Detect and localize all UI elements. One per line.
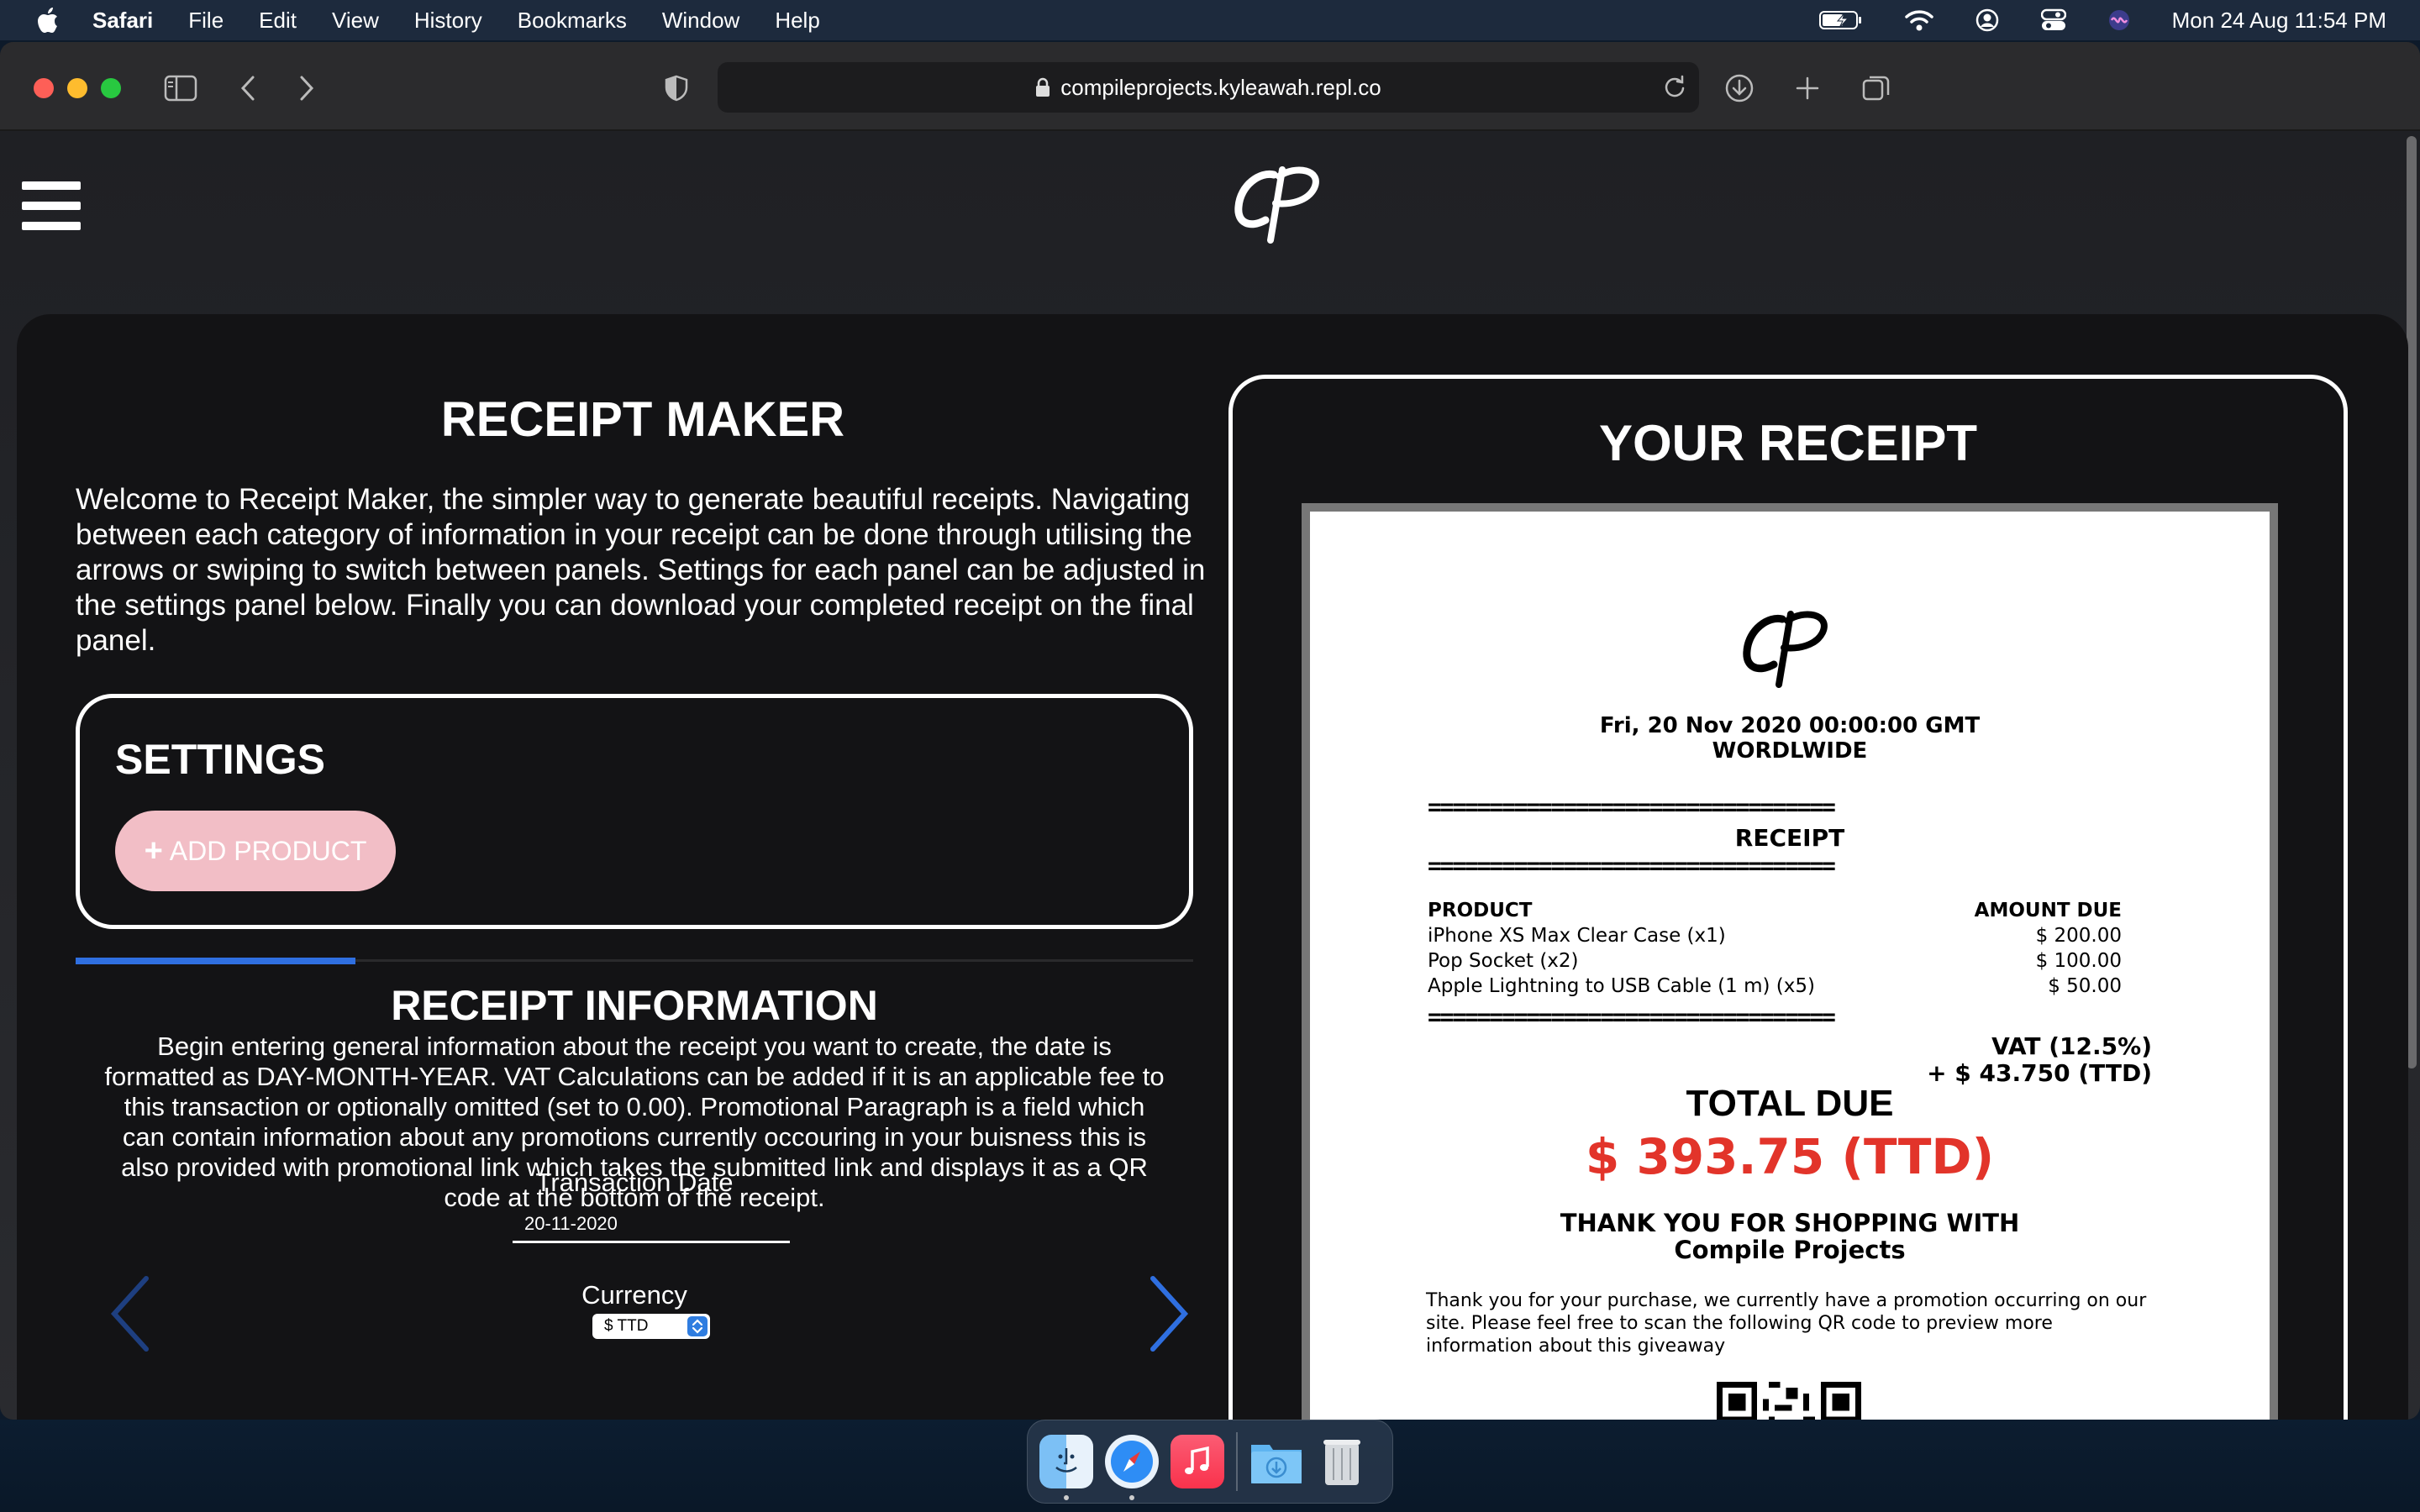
receipt-items-table: PRODUCT AMOUNT DUE iPhone XS Max Clear C… [1428,898,2122,999]
table-header-row: PRODUCT AMOUNT DUE [1428,898,2122,923]
cp-logo-icon[interactable] [1230,160,1331,244]
promo-qr-code [1717,1382,1861,1420]
panel-progress-fill [76,958,355,964]
menu-clock[interactable]: Mon 24 Aug 11:54 PM [2172,8,2386,34]
downloads-icon[interactable] [1718,67,1760,109]
dock-separator [1236,1432,1238,1491]
address-bar[interactable]: compileprojects.kyleawah.repl.co [718,62,1699,113]
tab-overview-icon[interactable] [1855,67,1897,109]
amount-column-header: AMOUNT DUE [1974,900,2122,921]
receipt-heading: RECEIPT [1734,824,1845,852]
transaction-date-label: Transaction Date [535,1168,734,1197]
lock-icon [1035,77,1050,97]
product-column-header: PRODUCT [1428,900,1533,921]
item-amount: $ 100.00 [2035,950,2122,972]
settings-title: SETTINGS [115,736,326,783]
menu-edit[interactable]: Edit [259,8,297,34]
receipt-logo-icon [1743,611,1828,688]
new-tab-icon[interactable] [1786,67,1828,109]
item-name: iPhone XS Max Clear Case (x1) [1428,925,1726,947]
intro-text: Welcome to Receipt Maker, the simpler wa… [76,483,1206,657]
menu-view[interactable]: View [332,8,379,34]
currency-label: Currency [581,1280,687,1310]
reload-icon[interactable] [1662,74,1687,105]
item-name: Apple Lightning to USB Cable (1 m) (x5) [1428,975,1815,997]
browser-window: compileprojects.kyleawah.repl.co RECEIPT… [0,42,2420,1420]
control-center-icon[interactable] [2040,8,2066,32]
page-title: RECEIPT MAKER [440,392,845,447]
trash-icon[interactable] [1315,1435,1369,1488]
section-title: RECEIPT INFORMATION [391,982,878,1029]
total-due-amount: $ 393.75 (TTD) [1585,1128,1995,1185]
next-panel-arrow-icon[interactable] [1143,1272,1193,1356]
store-name: Compile Projects [1674,1236,1906,1264]
receipt-paper: Fri, 20 Nov 2020 00:00:00 GMT WORDLWIDE … [1310,512,2270,1420]
transaction-date-input[interactable]: 20-11-2020 [513,1205,790,1243]
menu-bookmarks[interactable]: Bookmarks [518,8,627,34]
url-text: compileprojects.kyleawah.repl.co [1060,74,1381,100]
downloads-folder-icon[interactable] [1249,1435,1303,1488]
thank-you-line: THANK YOU FOR SHOPPING WITH [1560,1209,2020,1237]
receipt-divider: ================================= [1428,795,1836,819]
minimize-window-button[interactable] [67,78,87,98]
main-panel: RECEIPT MAKER Welcome to Receipt Maker, … [17,314,2408,1420]
receipt-preview-panel: YOUR RECEIPT Fri, 20 Nov 2020 00:00:00 G… [1228,375,2348,1420]
web-page: RECEIPT MAKER Welcome to Receipt Maker, … [0,131,2420,1420]
item-name: Pop Socket (x2) [1428,950,1579,972]
receipt-paper-frame: Fri, 20 Nov 2020 00:00:00 GMT WORDLWIDE … [1302,503,2278,1420]
vat-label: VAT (12.5%) [1991,1032,2152,1060]
forward-icon[interactable] [286,67,328,109]
receipt-divider: ================================= [1428,854,1836,878]
item-amount: $ 50.00 [2048,975,2122,997]
menu-history[interactable]: History [414,8,482,34]
finder-icon[interactable] [1039,1435,1093,1500]
menu-bar: Safari File Edit View History Bookmarks … [0,0,2420,40]
menu-help[interactable]: Help [775,8,819,34]
menu-file[interactable]: File [188,8,224,34]
back-icon[interactable] [227,67,269,109]
zoom-window-button[interactable] [101,78,121,98]
wifi-icon[interactable] [1904,9,1933,31]
table-row: Apple Lightning to USB Cable (1 m) (x5) … [1428,974,2122,999]
battery-icon[interactable] [1818,10,1863,30]
siri-icon[interactable] [2108,9,2130,31]
settings-panel: SETTINGS + ADD PRODUCT [76,694,1193,929]
item-amount: $ 200.00 [2035,925,2122,947]
safari-icon[interactable] [1105,1435,1159,1500]
promo-paragraph: Thank you for your purchase, we currentl… [1426,1290,2147,1357]
select-arrows-icon [687,1316,708,1336]
sidebar-toggle-icon[interactable] [160,67,202,109]
dock [1027,1420,1393,1504]
hamburger-menu-icon[interactable] [22,181,81,232]
add-product-label: ADD PRODUCT [169,835,367,866]
currency-select[interactable]: $ TTD [592,1314,710,1339]
receipt-divider: ================================= [1428,1005,1836,1029]
browser-toolbar: compileprojects.kyleawah.repl.co [0,42,2420,131]
receipt-location: WORDLWIDE [1712,738,1868,764]
close-window-button[interactable] [34,78,54,98]
menu-window[interactable]: Window [662,8,739,34]
add-product-button[interactable]: + ADD PRODUCT [115,811,396,891]
privacy-shield-icon[interactable] [655,67,697,109]
music-icon[interactable] [1171,1435,1224,1488]
table-row: Pop Socket (x2) $ 100.00 [1428,948,2122,974]
receipt-panel-title: YOUR RECEIPT [1598,415,1978,471]
user-icon[interactable] [1975,8,1999,32]
previous-panel-arrow-icon[interactable] [106,1272,156,1356]
plus-icon: + [144,832,163,869]
currency-value: $ TTD [604,1317,649,1335]
apple-menu-icon[interactable] [37,8,59,33]
receipt-date: Fri, 20 Nov 2020 00:00:00 GMT [1599,713,1981,738]
total-due-label: TOTAL DUE [1686,1083,1894,1124]
menu-app-name[interactable]: Safari [92,8,153,34]
table-row: iPhone XS Max Clear Case (x1) $ 200.00 [1428,923,2122,948]
